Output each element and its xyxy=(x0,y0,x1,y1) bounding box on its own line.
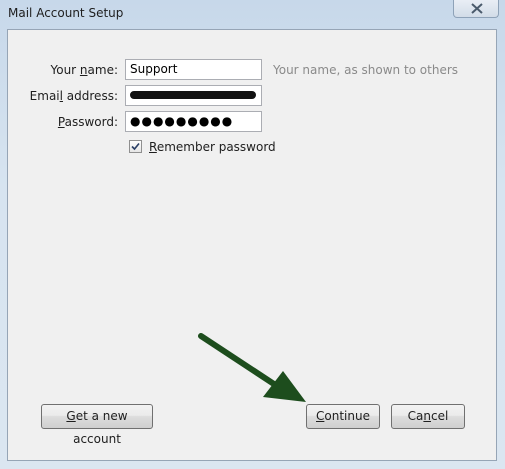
annotation-arrow-shaft xyxy=(198,333,283,391)
annotation-arrow xyxy=(198,333,306,402)
mail-account-setup-window: Mail Account Setup Your name: Support Yo… xyxy=(0,0,505,469)
annotation-arrow-head xyxy=(263,371,306,402)
